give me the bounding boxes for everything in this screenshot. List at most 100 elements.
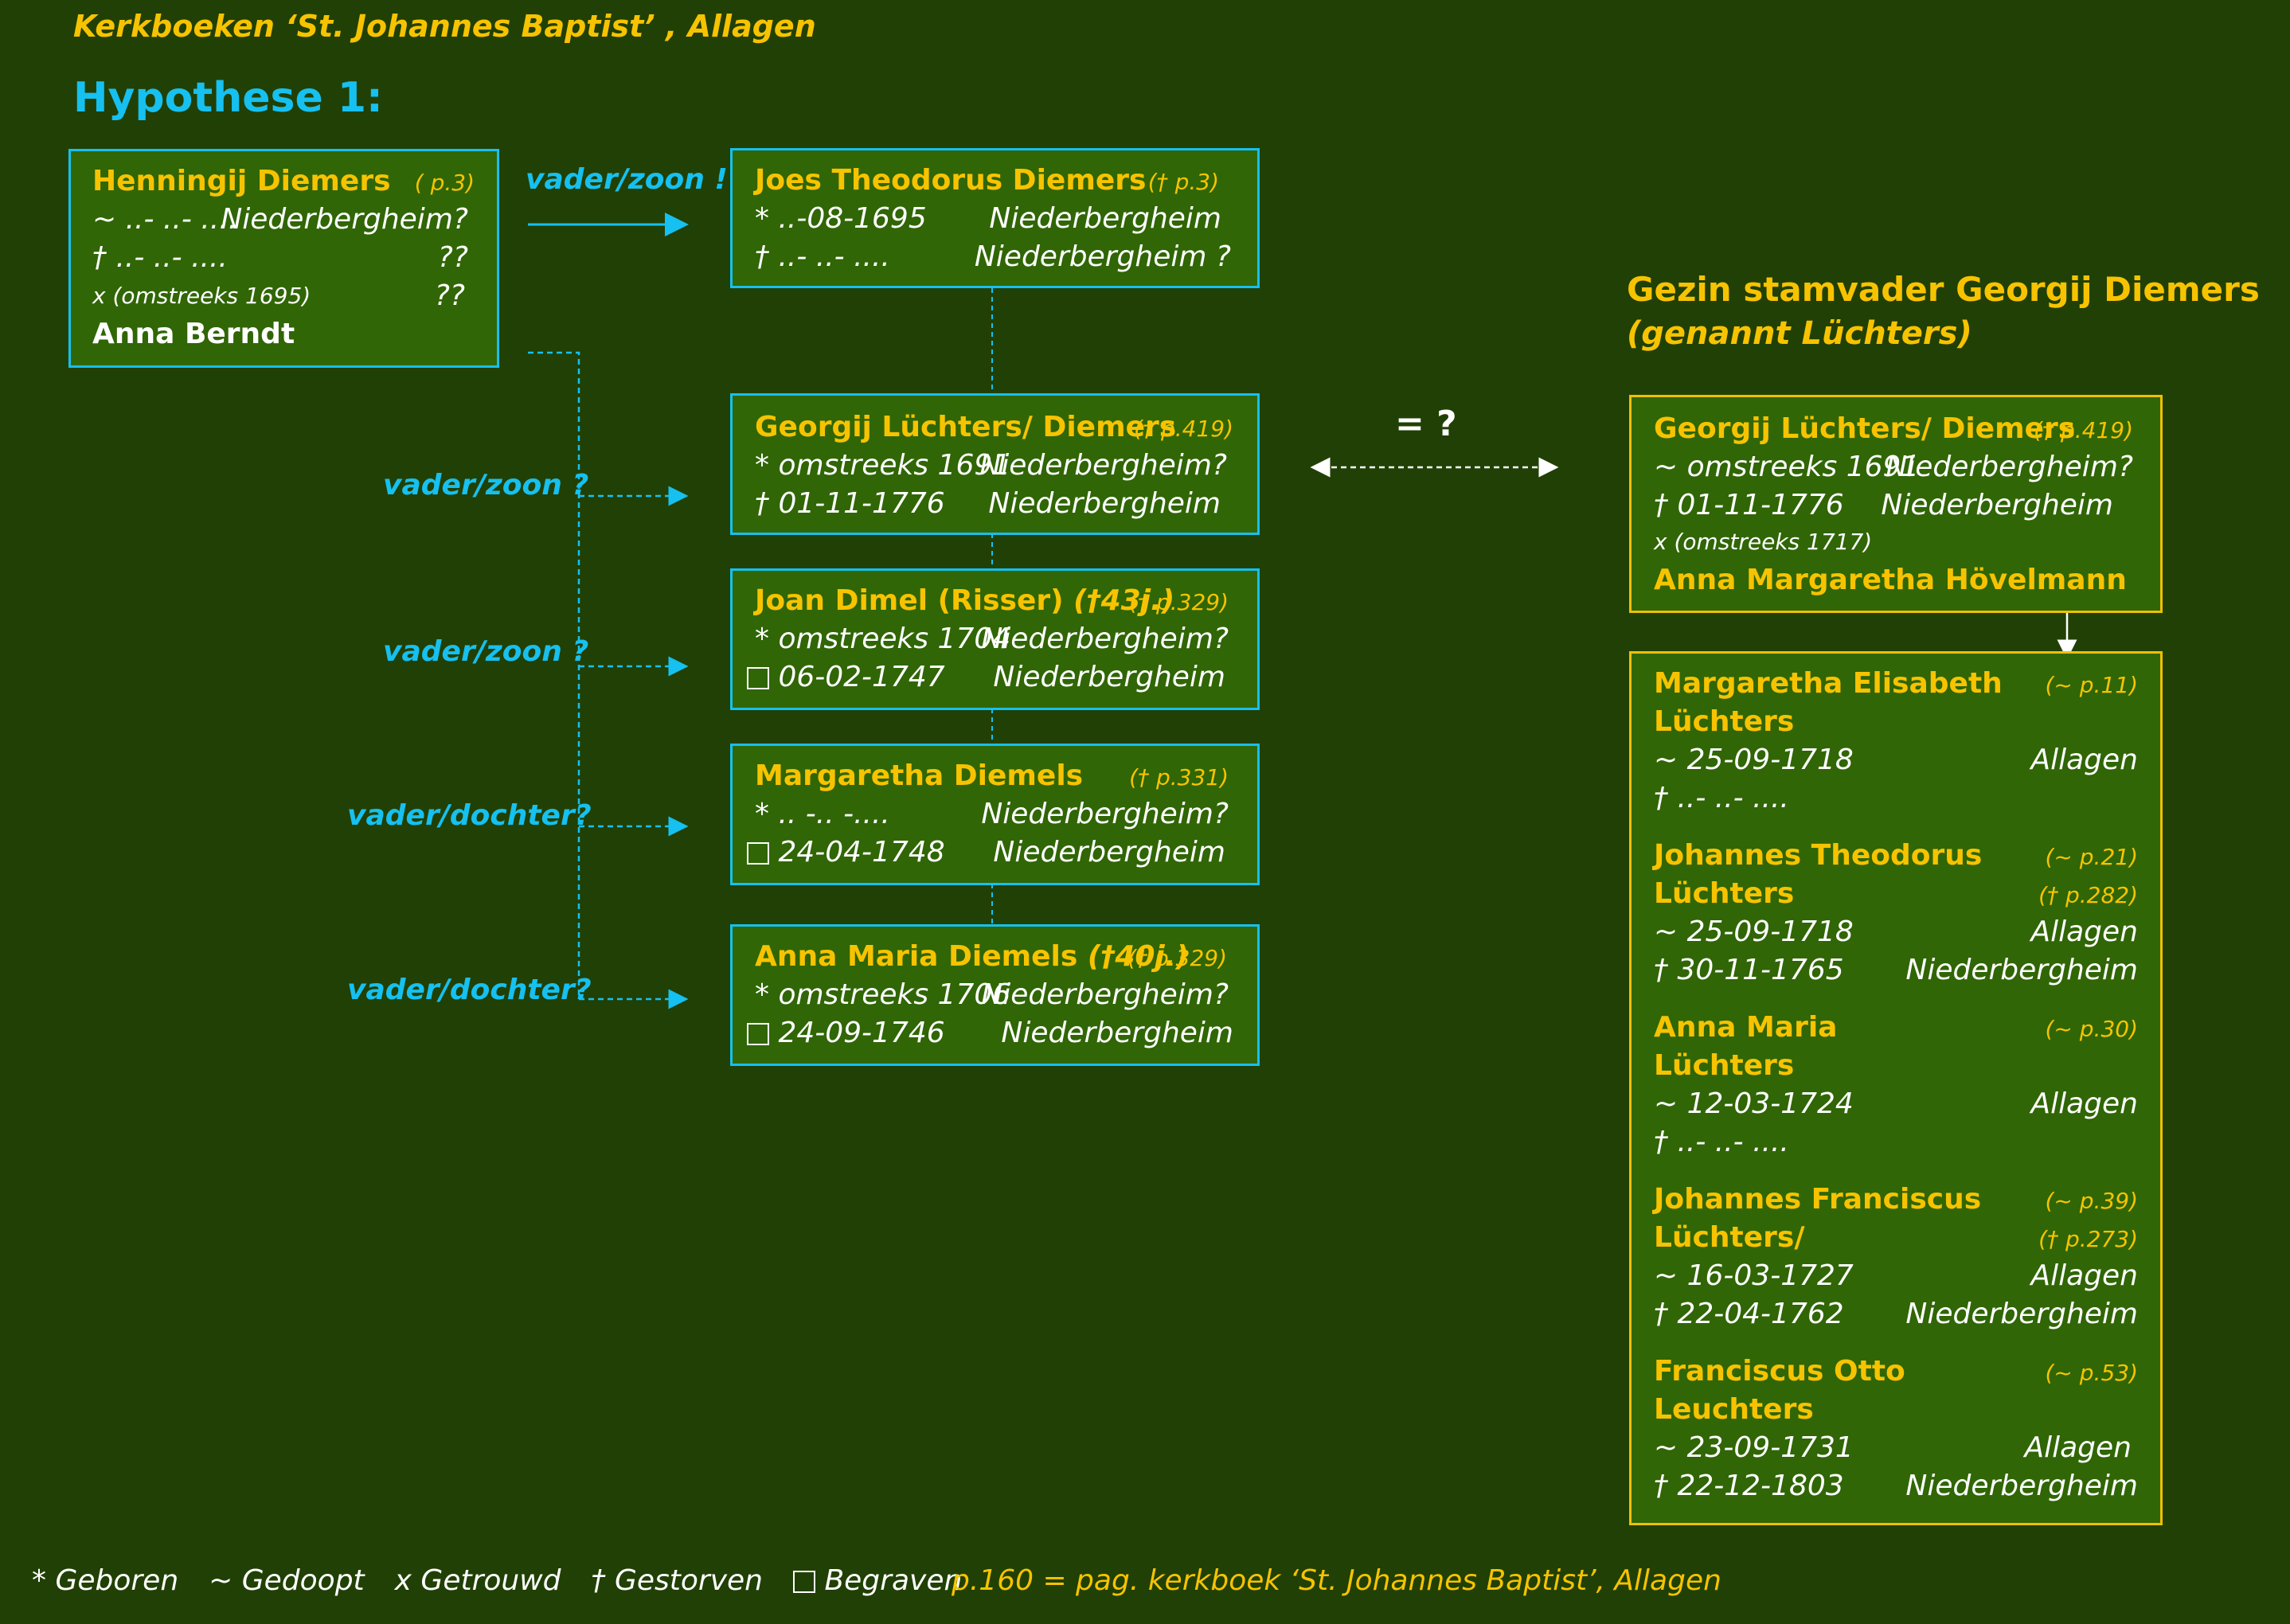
page-ref: († p.331): [1129, 764, 1229, 791]
child-name-line1: Margaretha Elisabeth: [1654, 667, 2003, 700]
baptism-place: Niederbergheim?: [1886, 451, 2133, 483]
page-ref: († p.329): [1127, 945, 1227, 971]
person-name: Georgij Lüchters/ Diemers: [755, 411, 1177, 443]
page-ref: († p.3): [1147, 169, 1219, 195]
person-box-georgij: Georgij Lüchters/ Diemers († p.419) * om…: [730, 393, 1260, 535]
person-name: Georgij Lüchters/ Diemers: [1654, 412, 2076, 445]
marriage-info: x (omstreeks 1717): [1654, 529, 1873, 555]
child-entry: Johannes Theodorus (~ p.21) Lüchters († …: [1632, 838, 2160, 1005]
family-subtitle: (genannt Lüchters): [1627, 315, 1972, 352]
death-date: † ..- ..- ....: [755, 240, 890, 273]
child-name-line2: Lüchters: [1654, 877, 1795, 910]
page-ref: († p.329): [1129, 589, 1229, 615]
baptism-place: Niederbergheim?: [221, 203, 468, 236]
child-death: † 22-12-1803: [1654, 1470, 1844, 1502]
child-name-line1: Anna Maria: [1654, 1011, 1838, 1044]
legend-page-note: p.160 = pag. kerkboek ‘St. Johannes Bapt…: [952, 1564, 1721, 1597]
birth-date: * omstreeks 1704: [755, 623, 1011, 655]
burial-date: 24-04-1748: [778, 836, 945, 869]
legend-buried: Begraven: [824, 1564, 963, 1597]
child-name-line1: Johannes Franciscus: [1654, 1183, 1982, 1216]
person-name: Anna Maria Diemels: [755, 940, 1078, 973]
birth-place: Niederbergheim?: [981, 978, 1229, 1011]
spouse-name: Anna Berndt: [92, 318, 295, 350]
death-date: † ..- ..- ....: [92, 241, 228, 274]
dashed-tree-line: [528, 351, 580, 999]
burial-icon: [747, 842, 769, 865]
death-date: † 01-11-1776: [755, 487, 945, 520]
birth-place: Niederbergheim?: [981, 623, 1229, 655]
child-baptism-place: Allagen: [2030, 1087, 2138, 1120]
child-baptism: ~ 16-03-1727: [1654, 1259, 1854, 1292]
person-name: Margaretha Diemels: [755, 759, 1084, 792]
death-place: Niederbergheim: [988, 487, 1221, 520]
birth-date: * omstreeks 1706: [755, 978, 1011, 1011]
baptism-date: ~ omstreeks 1691: [1654, 451, 1920, 483]
page-title: Kerkboeken ‘St. Johannes Baptist’ , Alla…: [73, 9, 816, 44]
marriage-question: ??: [434, 279, 465, 312]
birth-place: Niederbergheim: [989, 202, 1221, 235]
child-baptism-place: Allagen: [2030, 744, 2138, 776]
relation-label-3: vader/zoon ?: [383, 635, 589, 668]
burial-icon: [747, 1023, 769, 1045]
child-ref1: (~ p.11): [2045, 672, 2138, 698]
person-box-margaretha: Margaretha Diemels († p.331) * .. -.. -.…: [730, 744, 1260, 885]
person-name: Joes Theodorus Diemers: [755, 164, 1147, 197]
child-baptism: ~ 23-09-1731: [1654, 1431, 1854, 1464]
child-death: † ..- ..- ....: [1654, 782, 1789, 814]
legend: * Geboren ~ Gedoopt x Getrouwd † Gestorven …: [32, 1563, 962, 1599]
child-ref1: (~ p.21): [2045, 844, 2138, 870]
child-entry: Franciscus Otto (~ p.53) Leuchters ~ 23-…: [1632, 1354, 2160, 1521]
person-name: Henningij Diemers: [92, 165, 391, 197]
birth-date: * omstreeks 1691: [755, 449, 1011, 482]
child-entry: Anna Maria (~ p.30) Lüchters ~ 12-03-172…: [1632, 1010, 2160, 1177]
child-ref2: († p.273): [2038, 1226, 2138, 1252]
child-entry: Margaretha Elisabeth (~ p.11) Lüchters ~…: [1632, 666, 2160, 833]
legend-died: † Gestorven: [591, 1564, 763, 1597]
family-children-box: Margaretha Elisabeth (~ p.11) Lüchters ~…: [1629, 651, 2163, 1525]
relation-label-1: vader/zoon !: [526, 163, 728, 196]
hypothesis-title: Hypothese 1:: [73, 74, 383, 122]
legend-married: x Getrouwd: [394, 1564, 561, 1597]
family-father-box: Georgij Lüchters/ Diemers († p.419) ~ om…: [1629, 395, 2163, 613]
burial-place: Niederbergheim: [993, 836, 1225, 869]
family-title: Gezin stamvader Georgij Diemers: [1627, 270, 2260, 309]
birth-date: * ..-08-1695: [755, 202, 927, 235]
relation-label-2: vader/zoon ?: [383, 469, 589, 502]
child-death-place: Niederbergheim: [1905, 1470, 2138, 1502]
child-ref1: (~ p.53): [2045, 1360, 2138, 1386]
child-name-line2: Leuchters: [1654, 1393, 1814, 1426]
child-ref2: († p.282): [2038, 882, 2138, 908]
child-death: † 22-04-1762: [1654, 1298, 1844, 1330]
child-name-line1: Franciscus Otto: [1654, 1355, 1905, 1388]
child-name-line2: Lüchters/: [1654, 1221, 1805, 1254]
child-death: † 30-11-1765: [1654, 954, 1844, 986]
child-death-place: Niederbergheim: [1905, 1298, 2138, 1330]
death-place: Niederbergheim: [1881, 489, 2113, 521]
child-ref1: (~ p.39): [2045, 1188, 2138, 1214]
child-death-place: Niederbergheim: [1905, 954, 2138, 986]
child-baptism: ~ 25-09-1718: [1654, 744, 1854, 776]
equality-label: = ?: [1395, 404, 1457, 444]
person-box-joes: Joes Theodorus Diemers († p.3) * ..-08-1…: [730, 148, 1260, 288]
burial-place: Niederbergheim: [1001, 1017, 1233, 1049]
baptism-date: ~ ..- ..- ....: [92, 203, 238, 236]
child-ref1: (~ p.30): [2045, 1016, 2138, 1042]
legend-born: * Geboren: [32, 1564, 179, 1597]
child-name-line2: Lüchters: [1654, 1049, 1795, 1082]
child-baptism: ~ 25-09-1718: [1654, 915, 1854, 948]
relation-label-4: vader/dochter?: [347, 799, 592, 832]
page-ref: († p.419): [1134, 416, 1233, 442]
legend-baptized: ~ Gedoopt: [209, 1564, 365, 1597]
spouse-name: Anna Margaretha Hövelmann: [1654, 564, 2127, 596]
child-death: † ..- ..- ....: [1654, 1126, 1789, 1158]
child-name-line2: Lüchters: [1654, 705, 1795, 738]
death-place: ??: [437, 241, 468, 274]
child-baptism-place: Allagen: [2024, 1431, 2132, 1464]
person-box-anna-maria: Anna Maria Diemels (†40j.) († p.329) * o…: [730, 924, 1260, 1066]
child-name-line1: Johannes Theodorus: [1654, 839, 1983, 872]
birth-date: * .. -.. -....: [755, 798, 890, 830]
death-date: † 01-11-1776: [1654, 489, 1844, 521]
child-entry: Johannes Franciscus (~ p.39) Lüchters/ (…: [1632, 1182, 2160, 1349]
burial-icon: [793, 1571, 815, 1593]
